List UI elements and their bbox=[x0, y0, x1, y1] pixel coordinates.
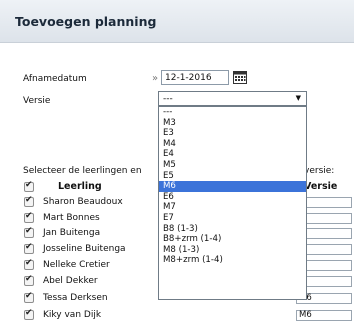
dropdown-option[interactable]: B8 (1-3) bbox=[159, 224, 306, 235]
student-checkbox[interactable] bbox=[24, 308, 34, 320]
student-name: Sharon Beaudoux bbox=[43, 197, 123, 207]
chevron-down-icon[interactable]: ▼ bbox=[296, 94, 301, 102]
dropdown-option[interactable]: M8 (1-3) bbox=[159, 245, 306, 256]
student-checkbox[interactable] bbox=[24, 274, 34, 286]
dropdown-option[interactable]: M5 bbox=[159, 160, 306, 171]
dropdown-option[interactable]: M8+zrm (1-4) bbox=[159, 255, 306, 266]
title-bar: Toevoegen planning bbox=[0, 0, 354, 43]
student-name: Tessa Derksen bbox=[43, 293, 108, 303]
student-checkbox[interactable] bbox=[24, 211, 34, 223]
select-students-text: Selecteer de leerlingen en bbox=[23, 166, 142, 176]
version-dropdown-list[interactable]: --- M3 E3 M4 E4 M5 E5 M6 E6 M7 E7 B8 (1-… bbox=[158, 106, 307, 300]
student-checkbox[interactable] bbox=[24, 291, 34, 303]
date-label: Afnamedatum bbox=[23, 74, 87, 84]
student-checkbox[interactable] bbox=[24, 242, 34, 254]
student-name: Kiky van Dijk bbox=[43, 310, 102, 320]
student-checkbox[interactable] bbox=[24, 226, 34, 238]
dropdown-option[interactable]: E5 bbox=[159, 171, 306, 182]
student-version-field[interactable]: M6 bbox=[296, 310, 352, 321]
version-label: Versie bbox=[23, 96, 51, 106]
dropdown-option[interactable]: --- bbox=[159, 107, 306, 118]
student-name: Mart Bonnes bbox=[43, 213, 100, 223]
student-name: Josseline Buitenga bbox=[43, 244, 126, 254]
dropdown-option[interactable]: B8+zrm (1-4) bbox=[159, 234, 306, 245]
student-name: Jan Buitenga bbox=[43, 228, 101, 238]
select-all-checkbox[interactable] bbox=[24, 180, 34, 192]
date-input[interactable]: 12-1-2016 bbox=[161, 70, 229, 85]
dropdown-option[interactable]: M4 bbox=[159, 139, 306, 150]
required-marker: » bbox=[152, 73, 159, 84]
page-title: Toevoegen planning bbox=[15, 14, 157, 29]
select-students-text-right: versie: bbox=[304, 166, 335, 176]
dropdown-option[interactable]: M3 bbox=[159, 118, 306, 129]
version-select[interactable]: --- ▼ bbox=[158, 91, 307, 106]
student-checkbox[interactable] bbox=[24, 258, 34, 270]
column-header-version: Versie bbox=[304, 181, 338, 192]
dropdown-option-highlighted[interactable]: M6 bbox=[159, 181, 306, 192]
column-header-student: Leerling bbox=[58, 181, 102, 192]
student-name: Nelleke Cretier bbox=[43, 260, 110, 270]
calendar-icon[interactable] bbox=[233, 70, 247, 84]
version-select-value: --- bbox=[163, 94, 173, 104]
student-checkbox[interactable] bbox=[24, 195, 34, 207]
dropdown-option[interactable]: E3 bbox=[159, 128, 306, 139]
dropdown-option[interactable]: E6 bbox=[159, 192, 306, 203]
dropdown-option[interactable]: M7 bbox=[159, 202, 306, 213]
student-name: Abel Dekker bbox=[43, 276, 98, 286]
dropdown-option[interactable]: E4 bbox=[159, 149, 306, 160]
dropdown-option[interactable]: E7 bbox=[159, 213, 306, 224]
